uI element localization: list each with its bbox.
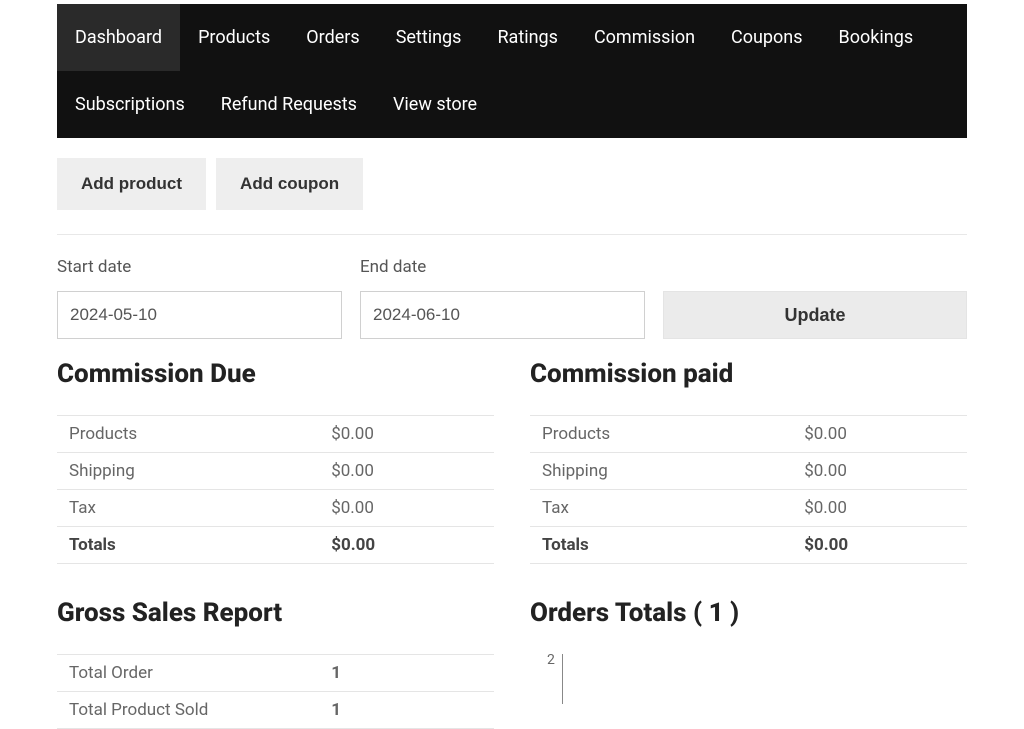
nav-item-ratings[interactable]: Ratings xyxy=(479,4,576,71)
nav-item-settings[interactable]: Settings xyxy=(378,4,480,71)
table-row: Tax$0.00 xyxy=(530,490,967,527)
row-value: $0.00 xyxy=(792,490,967,527)
table-row: Tax$0.00 xyxy=(57,490,494,527)
nav-item-commission[interactable]: Commission xyxy=(576,4,713,71)
commission-paid-panel: Commission paid Products$0.00Shipping$0.… xyxy=(530,359,967,564)
nav-item-subscriptions[interactable]: Subscriptions xyxy=(57,71,203,138)
commission-paid-title: Commission paid xyxy=(530,359,967,389)
row-label: Products xyxy=(57,416,319,453)
row-label: Tax xyxy=(530,490,792,527)
nav-item-orders[interactable]: Orders xyxy=(288,4,377,71)
table-row: Products$0.00 xyxy=(57,416,494,453)
row-value: $0.00 xyxy=(792,527,967,564)
row-value: $0.00 xyxy=(792,453,967,490)
date-filter-row: Start date End date Update xyxy=(57,257,967,339)
divider xyxy=(57,234,967,235)
row-label: Shipping xyxy=(530,453,792,490)
orders-chart: 2 xyxy=(562,654,967,704)
row-label: Products xyxy=(530,416,792,453)
nav-item-coupons[interactable]: Coupons xyxy=(713,4,821,71)
row-value: $0.00 xyxy=(792,416,967,453)
row-label: Tax xyxy=(57,490,319,527)
table-row: Totals$0.00 xyxy=(530,527,967,564)
add-product-button[interactable]: Add product xyxy=(57,158,206,210)
row-label: Totals xyxy=(530,527,792,564)
table-row: Totals$0.00 xyxy=(57,527,494,564)
row-value: $0.00 xyxy=(319,490,494,527)
gross-sales-table: Total Order1Total Product Sold1 xyxy=(57,654,494,729)
end-date-label: End date xyxy=(360,257,645,277)
table-row: Total Product Sold1 xyxy=(57,692,494,729)
row-label: Shipping xyxy=(57,453,319,490)
commission-due-title: Commission Due xyxy=(57,359,494,389)
nav-item-view-store[interactable]: View store xyxy=(375,71,495,138)
end-date-input[interactable] xyxy=(360,291,645,339)
commission-due-table: Products$0.00Shipping$0.00Tax$0.00Totals… xyxy=(57,415,494,564)
row-value: $0.00 xyxy=(319,453,494,490)
add-coupon-button[interactable]: Add coupon xyxy=(216,158,363,210)
commission-paid-table: Products$0.00Shipping$0.00Tax$0.00Totals… xyxy=(530,415,967,564)
orders-totals-panel: Orders Totals ( 1 ) 2 xyxy=(530,598,967,729)
main-nav: DashboardProductsOrdersSettingsRatingsCo… xyxy=(57,4,967,138)
row-label: Total Order xyxy=(57,655,319,692)
nav-item-dashboard[interactable]: Dashboard xyxy=(57,4,180,71)
table-row: Shipping$0.00 xyxy=(57,453,494,490)
orders-totals-title: Orders Totals ( 1 ) xyxy=(530,598,967,628)
nav-item-refund-requests[interactable]: Refund Requests xyxy=(203,71,375,138)
row-value: $0.00 xyxy=(319,527,494,564)
table-row: Products$0.00 xyxy=(530,416,967,453)
start-date-label: Start date xyxy=(57,257,342,277)
table-row: Total Order1 xyxy=(57,655,494,692)
update-button[interactable]: Update xyxy=(663,291,967,339)
table-row: Shipping$0.00 xyxy=(530,453,967,490)
row-value: $0.00 xyxy=(319,416,494,453)
row-value: 1 xyxy=(319,655,494,692)
commission-due-panel: Commission Due Products$0.00Shipping$0.0… xyxy=(57,359,494,564)
start-date-input[interactable] xyxy=(57,291,342,339)
nav-item-products[interactable]: Products xyxy=(180,4,288,71)
action-bar: Add product Add coupon xyxy=(57,138,967,230)
row-label: Totals xyxy=(57,527,319,564)
row-label: Total Product Sold xyxy=(57,692,319,729)
row-value: 1 xyxy=(319,692,494,729)
gross-sales-title: Gross Sales Report xyxy=(57,598,494,628)
chart-y-tick: 2 xyxy=(547,652,555,668)
gross-sales-panel: Gross Sales Report Total Order1Total Pro… xyxy=(57,598,494,729)
nav-item-bookings[interactable]: Bookings xyxy=(821,4,932,71)
